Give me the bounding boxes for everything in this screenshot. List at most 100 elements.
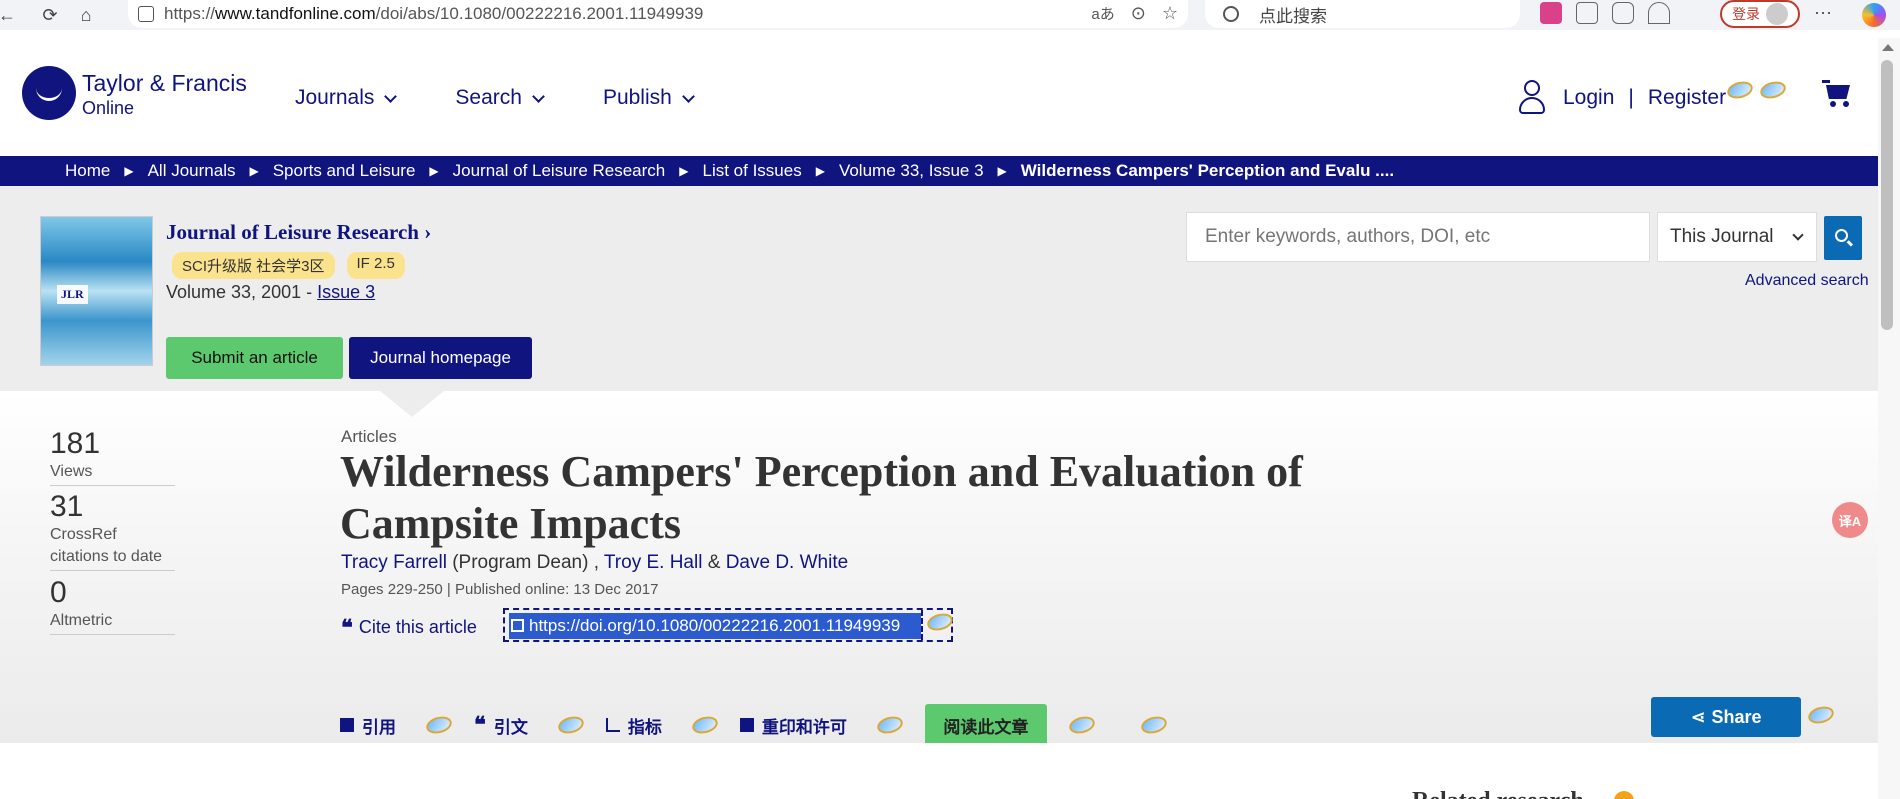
favorites-icon[interactable] <box>1648 2 1670 24</box>
breadcrumb-current-article: Wilderness Campers' Perception and Evalu… <box>1020 161 1395 180</box>
cite-article-link[interactable]: ❝ Cite this article <box>341 614 477 640</box>
author-link[interactable]: Dave D. White <box>726 552 848 573</box>
browser-search-box[interactable]: 点此搜索 <box>1205 0 1520 28</box>
tab-metrics[interactable]: 指标 <box>605 713 720 738</box>
breadcrumb-separator-icon: ▶ <box>815 164 825 178</box>
breadcrumb-issue[interactable]: Volume 33, Issue 3 <box>839 161 984 181</box>
more-icon[interactable]: ··· <box>1814 2 1832 23</box>
impact-factor-badge: IF 2.5 <box>346 252 405 279</box>
back-icon[interactable]: ← <box>0 1 16 29</box>
tab-cite[interactable]: 引用 <box>340 713 454 738</box>
issue-link[interactable]: Issue 3 <box>317 282 375 302</box>
scroll-up-icon[interactable] <box>1882 44 1894 51</box>
avatar <box>1766 3 1788 25</box>
cnki-extension-icon[interactable] <box>1758 78 1788 102</box>
lock-icon[interactable] <box>138 6 154 22</box>
cnki-extension-icon[interactable] <box>1067 713 1097 737</box>
cnki-extension-icon[interactable] <box>424 713 454 737</box>
cnki-extension-icon[interactable] <box>690 713 720 737</box>
breadcrumb-separator-icon: ▶ <box>679 164 689 178</box>
auth-links: Login | Register <box>1563 86 1726 110</box>
nav-search[interactable]: Search <box>455 86 545 110</box>
logo-text[interactable]: Taylor & Francis <box>82 70 247 97</box>
shopping-cart-icon[interactable] <box>1822 80 1854 108</box>
cnki-extension-icon[interactable] <box>875 713 905 737</box>
doi-link[interactable]: https://doi.org/10.1080/00222216.2001.11… <box>509 613 921 639</box>
cnki-extension-icon[interactable] <box>1725 78 1755 102</box>
chevron-down-icon <box>532 89 545 103</box>
cnki-extension-icon[interactable] <box>556 713 586 737</box>
author-list: Tracy Farrell (Program Dean) , Troy E. H… <box>341 552 849 573</box>
nav-journals[interactable]: Journals <box>295 86 398 110</box>
journal-cover-image[interactable]: JLR <box>40 216 153 366</box>
translate-fab-icon[interactable]: 译A <box>1832 502 1868 538</box>
copilot-icon[interactable] <box>1862 3 1886 27</box>
search-icon <box>1835 229 1848 242</box>
article-body-start <box>0 743 1878 799</box>
chevron-down-icon <box>384 89 398 103</box>
scrollbar-thumb[interactable] <box>1881 60 1893 330</box>
breadcrumb-separator-icon: ▶ <box>124 164 134 178</box>
browser-login-button[interactable]: 登录 <box>1720 0 1800 28</box>
user-icon[interactable] <box>1517 80 1547 116</box>
refresh-icon[interactable]: ⟳ <box>36 1 64 29</box>
reader-mode-icon[interactable]: aあ <box>1091 3 1114 24</box>
translate-extension-icon[interactable] <box>1540 2 1562 24</box>
breadcrumb-all-journals[interactable]: All Journals <box>148 161 236 181</box>
article-title: Wilderness Campers' Perception and Evalu… <box>340 447 1303 548</box>
external-link-icon <box>511 619 524 632</box>
author-link[interactable]: Tracy Farrell <box>341 552 447 573</box>
search-icon <box>1223 6 1239 22</box>
breadcrumb-separator-icon: ▶ <box>429 164 439 178</box>
favorite-star-icon[interactable]: ☆ <box>1162 3 1178 24</box>
metric-altmetric[interactable]: 0 Altmetric <box>50 576 175 635</box>
journal-homepage-button[interactable]: Journal homepage <box>349 337 532 379</box>
breadcrumb-journal[interactable]: Journal of Leisure Research <box>453 161 666 181</box>
article-type: Articles <box>341 427 397 446</box>
tab-reprints[interactable]: 重印和许可 <box>739 713 905 738</box>
taylor-francis-logo-icon[interactable] <box>22 66 76 120</box>
more-tools-icon[interactable]: ⊙ <box>1131 3 1146 24</box>
chevron-down-icon <box>1792 229 1804 241</box>
cnki-extension-icon[interactable] <box>925 610 955 634</box>
journal-banner: JLR Journal of Leisure Research › SCI升级版… <box>0 186 1878 391</box>
journal-search-button[interactable] <box>1824 216 1862 260</box>
main-nav: Journals Search Publish <box>295 86 753 110</box>
chevron-down-icon <box>681 89 695 103</box>
reading-list-icon[interactable] <box>1576 2 1598 24</box>
cnki-extension-icon[interactable] <box>1139 713 1169 737</box>
metric-crossref[interactable]: 31 CrossRef citations to date <box>50 490 175 571</box>
quote-icon: ❝ <box>341 614 353 640</box>
register-link[interactable]: Register <box>1648 86 1726 110</box>
url-text[interactable]: https://www.tandfonline.com/doi/abs/10.1… <box>164 4 703 24</box>
bar-chart-icon <box>605 718 620 732</box>
share-icon: ⋖ <box>1690 706 1706 727</box>
address-bar[interactable]: https://www.tandfonline.com/doi/abs/10.1… <box>128 0 1188 28</box>
article-header <box>0 391 1878 743</box>
search-scope-select[interactable]: This Journal <box>1657 212 1817 262</box>
read-article-button[interactable]: 阅读此文章 <box>924 704 1047 746</box>
nav-publish[interactable]: Publish <box>603 86 695 110</box>
sci-rank-badge: SCI升级版 社会学3区 <box>172 252 335 279</box>
tab-citations[interactable]: ❝ 引文 <box>474 713 586 738</box>
login-link[interactable]: Login <box>1563 86 1614 110</box>
submit-article-button[interactable]: Submit an article <box>166 337 343 379</box>
auth-divider: | <box>1628 86 1634 109</box>
home-icon[interactable]: ⌂ <box>72 1 100 29</box>
logo-subtext[interactable]: Online <box>82 98 134 119</box>
doi-selection-box: https://doi.org/10.1080/00222216.2001.11… <box>503 608 955 642</box>
journal-title-link[interactable]: Journal of Leisure Research › <box>166 220 431 245</box>
breadcrumb-list-of-issues[interactable]: List of Issues <box>703 161 802 181</box>
advanced-search-link[interactable]: Advanced search <box>1745 272 1869 290</box>
share-button[interactable]: ⋖ Share <box>1651 697 1801 737</box>
breadcrumb-sports-leisure[interactable]: Sports and Leisure <box>273 161 416 181</box>
book-icon <box>340 718 354 732</box>
banner-notch <box>380 391 444 417</box>
breadcrumb-home[interactable]: Home <box>65 161 110 181</box>
author-link[interactable]: Troy E. Hall <box>604 552 703 573</box>
journal-search-input[interactable] <box>1186 212 1650 262</box>
extensions-puzzle-icon[interactable] <box>1612 2 1634 24</box>
article-action-bar: 引用 ❝ 引文 指标 重印和许可 阅读此文章 <box>340 704 1169 746</box>
extension-icons <box>1540 2 1670 24</box>
breadcrumb-separator-icon: ▶ <box>997 164 1007 178</box>
